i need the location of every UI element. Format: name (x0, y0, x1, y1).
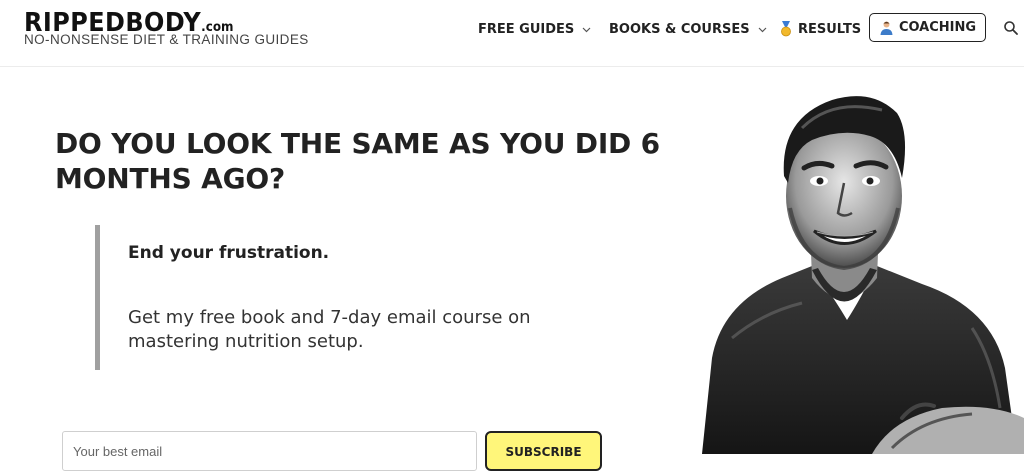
quote-body: Get my free book and 7-day email course … (128, 307, 531, 352)
nav-results-label: RESULTS (798, 21, 862, 37)
nav-free-guides[interactable]: FREE GUIDES (478, 20, 591, 38)
nav-books-courses-label: BOOKS & COURSES (609, 21, 750, 37)
coaching-button[interactable]: COACHING (869, 13, 986, 42)
author-portrait (702, 96, 1024, 454)
subscribe-label: SUBSCRIBE (505, 445, 582, 459)
hero-headline: DO YOU LOOK THE SAME AS YOU DID 6 MONTHS… (55, 127, 660, 195)
medal-icon (780, 21, 792, 37)
nav-results[interactable]: RESULTS (780, 20, 861, 38)
coaching-label: COACHING (898, 20, 977, 35)
quote-bar (95, 225, 100, 370)
quote-title: End your frustration. (128, 243, 330, 263)
nav-free-guides-label: FREE GUIDES (478, 21, 575, 37)
subscribe-button[interactable]: SUBSCRIBE (485, 431, 602, 471)
site-logo[interactable]: RIPPEDBODY.com NO-NONSENSE DIET & TRAINI… (24, 8, 308, 60)
logo-tagline: NO-NONSENSE DIET & TRAINING GUIDES (24, 32, 309, 47)
chevron-down-icon (758, 25, 767, 34)
coach-avatar-icon (879, 20, 894, 35)
site-header: RIPPEDBODY.com NO-NONSENSE DIET & TRAINI… (0, 0, 1024, 67)
search-icon[interactable] (1003, 20, 1019, 36)
email-input[interactable] (62, 431, 477, 471)
nav-books-courses[interactable]: BOOKS & COURSES (609, 20, 767, 38)
chevron-down-icon (582, 25, 591, 34)
